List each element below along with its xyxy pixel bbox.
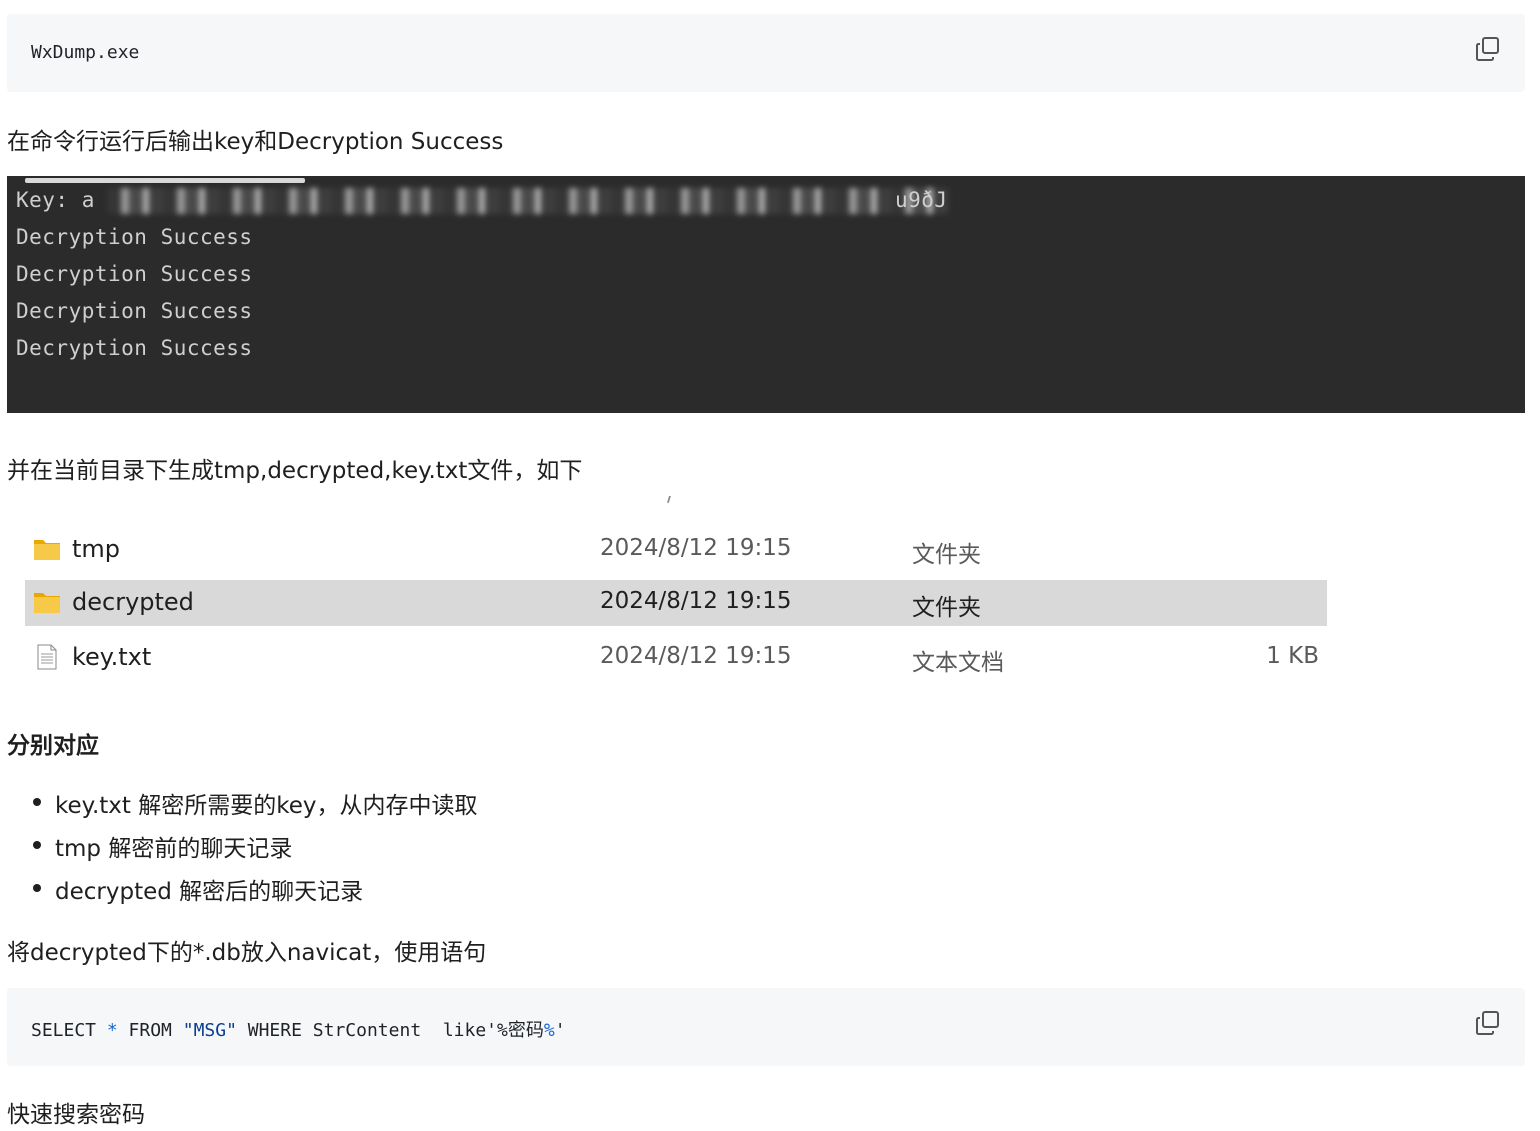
terminal-output: Key: a u9ðJ Decryption Success Decryptio… bbox=[7, 176, 1525, 413]
code-text: WxDump.exe bbox=[31, 42, 140, 63]
text-file-icon bbox=[33, 644, 61, 670]
terminal-key-label: Key: a bbox=[16, 188, 95, 212]
terminal-line: Decryption Success bbox=[16, 225, 253, 249]
paragraph: 并在当前目录下生成tmp,decrypted,key.txt文件，如下 bbox=[7, 458, 583, 484]
terminal-line: Decryption Success bbox=[16, 262, 253, 286]
bullet-dot bbox=[33, 884, 41, 892]
file-name: decrypted bbox=[72, 588, 194, 616]
code-token: SELECT bbox=[31, 1020, 107, 1041]
copy-icon[interactable] bbox=[1475, 36, 1501, 62]
list-item-text: tmp 解密前的聊天记录 bbox=[55, 836, 293, 862]
cutoff-row: · · · · · · / · · · · · bbox=[25, 496, 1327, 510]
folder-icon bbox=[33, 536, 61, 562]
terminal-line: Decryption Success bbox=[16, 299, 253, 323]
file-row-key-txt[interactable]: key.txt 2024/8/12 19:15 文本文档 1 KB bbox=[25, 635, 1327, 681]
copy-icon[interactable] bbox=[1475, 1010, 1501, 1036]
list-item: tmp 解密前的聊天记录 bbox=[30, 829, 478, 872]
code-token: ' bbox=[554, 1020, 566, 1041]
section-heading: 分别对应 bbox=[7, 733, 99, 759]
file-size: 1 KB bbox=[1266, 643, 1319, 669]
code-text: SELECT * FROM "MSG" WHERE StrContent lik… bbox=[31, 1016, 566, 1042]
file-type: 文件夹 bbox=[912, 595, 981, 621]
list-item-text: key.txt 解密所需要的key，从内存中读取 bbox=[55, 793, 478, 819]
file-row-decrypted[interactable]: decrypted 2024/8/12 19:15 文件夹 bbox=[25, 580, 1327, 626]
file-type: 文本文档 bbox=[912, 650, 1004, 676]
bullet-dot bbox=[33, 841, 41, 849]
file-date: 2024/8/12 19:15 bbox=[600, 643, 792, 669]
terminal-key-tail: u9ðJ bbox=[895, 188, 948, 212]
bullet-dot bbox=[33, 798, 41, 806]
bullet-list: key.txt 解密所需要的key，从内存中读取 tmp 解密前的聊天记录 de… bbox=[30, 786, 478, 915]
list-item-text: decrypted 解密后的聊天记录 bbox=[55, 879, 364, 905]
file-name: tmp bbox=[72, 535, 121, 563]
code-token: FROM bbox=[117, 1020, 183, 1041]
paragraph: 快速搜索密码 bbox=[7, 1102, 145, 1128]
terminal-line: Decryption Success bbox=[16, 336, 253, 360]
file-name: key.txt bbox=[72, 643, 152, 671]
file-row-tmp[interactable]: tmp 2024/8/12 19:15 文件夹 bbox=[25, 527, 1327, 573]
list-item: key.txt 解密所需要的key，从内存中读取 bbox=[30, 786, 478, 829]
code-token: * bbox=[106, 1020, 118, 1041]
list-item: decrypted 解密后的聊天记录 bbox=[30, 872, 478, 915]
file-date: 2024/8/12 19:15 bbox=[600, 588, 792, 614]
paragraph: 将decrypted下的*.db放入navicat，使用语句 bbox=[7, 940, 487, 966]
code-token: WHERE StrContent like'%密码 bbox=[236, 1020, 544, 1041]
code-token: % bbox=[543, 1020, 555, 1041]
code-token: "MSG" bbox=[182, 1020, 237, 1041]
file-date: 2024/8/12 19:15 bbox=[600, 535, 792, 561]
file-type: 文件夹 bbox=[912, 542, 981, 568]
scrollbar-thumb bbox=[25, 178, 305, 183]
file-list: · · · · · · / · · · · · tmp 2024/8/12 19… bbox=[25, 496, 1327, 686]
code-block: WxDump.exe bbox=[7, 14, 1525, 92]
folder-icon bbox=[33, 589, 61, 615]
redacted-key bbox=[107, 188, 949, 214]
code-block: SELECT * FROM "MSG" WHERE StrContent lik… bbox=[7, 988, 1525, 1066]
paragraph: 在命令行运行后输出key和Decryption Success bbox=[7, 129, 504, 155]
